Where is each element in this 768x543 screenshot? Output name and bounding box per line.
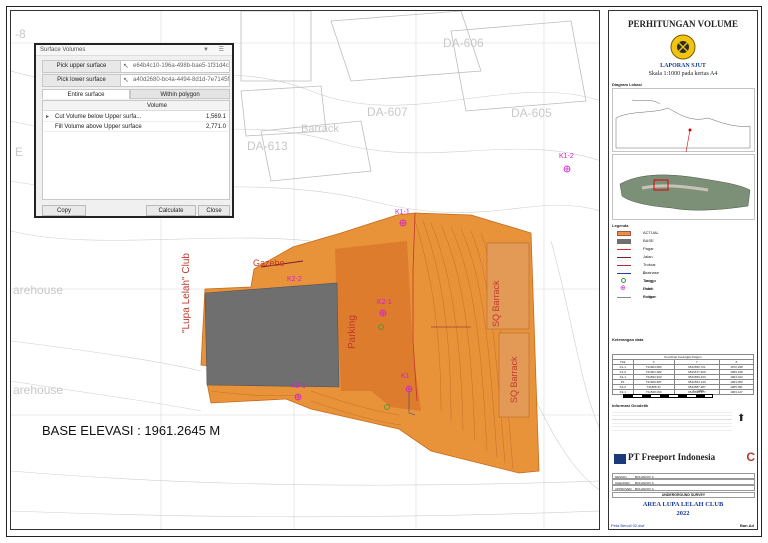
label-da607: DA-607 xyxy=(367,105,408,119)
row-label: Cut Volume below Upper surfa... xyxy=(55,114,142,120)
dialog-tabs: Entire surface Within polygon xyxy=(42,89,230,99)
copper-c-icon: C xyxy=(746,450,755,464)
copy-button[interactable]: Copy xyxy=(42,205,86,216)
pole-icon xyxy=(621,278,626,283)
volume-column-header[interactable]: Volume xyxy=(43,101,229,111)
label-sq-barrack-2: SQ Barrack xyxy=(509,356,519,403)
dialog-menu-icon[interactable]: ▼ ☰ xyxy=(203,45,228,56)
legend-label: Jalan xyxy=(643,254,653,259)
pick-upper-row: Pick upper surface ↖ e64b4c10-196a-498b-… xyxy=(42,60,230,73)
geodetic-heading: Informasi Geodetik xyxy=(612,403,649,408)
upper-surface-value: e64b4c10-196a-498b-bae5-1f31d4c xyxy=(133,63,229,69)
surface-volumes-dialog[interactable]: Surface Volumes ▼ ☰ Pick upper surface ↖… xyxy=(34,43,234,218)
label-barrack: Barrack xyxy=(301,123,339,135)
pick-lower-surface-button[interactable]: Pick lower surface xyxy=(43,75,121,86)
diagram-heading: Diagram Lokasi xyxy=(612,82,642,87)
volume-grid: Volume ▸ Cut Volume below Upper surfa...… xyxy=(42,100,230,200)
scale-bar xyxy=(623,394,713,398)
label-da606: DA-606 xyxy=(443,36,484,50)
satellite-diagram xyxy=(612,154,755,220)
calculate-button[interactable]: Calculate xyxy=(146,205,196,216)
legend-label: ACTUAL xyxy=(643,230,659,235)
title-block: PERHITUNGAN VOLUME LAPORAN SJUT Skala 1:… xyxy=(608,10,758,530)
dialog-title: Surface Volumes xyxy=(40,47,86,53)
lower-surface-value: a40d2680-bc4a-4494-8d1d-7e7145f xyxy=(133,77,229,83)
base-surface xyxy=(204,282,340,388)
pick-lower-row: Pick lower surface ↖ a40d2680-bc4a-4494-… xyxy=(42,74,230,87)
north-arrow-icon: ⬆ xyxy=(737,413,746,424)
label-da605: DA-605 xyxy=(511,106,552,120)
tab-entire-surface[interactable]: Entire surface xyxy=(42,89,130,99)
polygon-point-icon: ⊕ xyxy=(620,285,626,292)
legend-label: Pagar xyxy=(643,246,654,251)
label-gazebo: Gazebo xyxy=(253,258,285,268)
company-logo-icon xyxy=(670,34,696,60)
report-subtitle: LAPORAN SJUT xyxy=(660,63,706,69)
sheet-code: Ban.Ad xyxy=(740,523,754,528)
row-label: Fill Volume above Upper surface xyxy=(55,124,142,130)
location-diagram xyxy=(612,88,755,152)
table-row[interactable]: Fill Volume above Upper surface 2,771.0 xyxy=(43,122,229,132)
label-sq-barrack-1: SQ Barrack xyxy=(491,280,501,327)
label-edge-b: E xyxy=(15,145,24,159)
point-k1-1: K1-1 xyxy=(395,209,410,216)
file-name: Peta Benoli 02.dwf xyxy=(611,523,645,528)
company-logo-icon xyxy=(614,454,626,464)
geodetic-info-block xyxy=(612,409,732,433)
label-club: "Lupa Lelah" Club xyxy=(181,253,192,333)
cursor-icon: ↖ xyxy=(123,63,129,70)
cursor-icon: ↖ xyxy=(123,77,129,84)
label-edge-a: -8 xyxy=(15,27,26,41)
row-value: 1,569.1 xyxy=(205,114,226,120)
point-k2-2: K2-2 xyxy=(287,276,302,283)
legend-heading: Legenda xyxy=(612,223,629,228)
tab-within-polygon[interactable]: Within polygon xyxy=(130,89,230,99)
point-k1-2: K1-2 xyxy=(559,153,574,160)
row-pointer-icon: ▸ xyxy=(46,114,50,120)
row-value: 2,771.0 xyxy=(205,124,226,130)
company-banner: PT Freeport Indonesia C xyxy=(612,448,755,470)
point-k2-1: K2-1 xyxy=(377,299,392,306)
year: 2022 xyxy=(676,510,690,517)
report-scale: Skala 1:1000 pada kertas A4 xyxy=(648,71,718,77)
legend-label: BASE xyxy=(643,238,654,243)
scale-bar-label: 1 : 1000 xyxy=(693,389,704,393)
label-warehouse-bottom: arehouse xyxy=(13,383,64,397)
notes-heading: Keterangan data xyxy=(612,337,644,342)
pick-upper-surface-button[interactable]: Pick upper surface xyxy=(43,61,121,72)
info-row: APPROVED BOLVAROV A xyxy=(612,485,755,491)
area-title: AREA LUPA LELAH CLUB xyxy=(642,501,724,508)
label-parking: Parking xyxy=(347,315,358,349)
company-name: PT Freeport Indonesia xyxy=(628,452,716,462)
point-k3-1: K3-1 xyxy=(291,383,306,390)
base-elevation-label: BASE ELEVASI : 1961.2645 M xyxy=(42,423,221,438)
coordinate-table: Koordinat Kerangka Poligon Titik X Y Z K… xyxy=(612,354,755,395)
table-row[interactable]: ▸ Cut Volume below Upper surfa... 1,569.… xyxy=(43,112,229,122)
legend-label: Kontur xyxy=(643,294,655,299)
dialog-title-bar[interactable]: Surface Volumes ▼ ☰ xyxy=(36,45,232,56)
legend-label: Drainase xyxy=(643,270,660,275)
point-k1: K1 xyxy=(401,373,410,380)
label-da613: DA-613 xyxy=(247,139,288,153)
label-warehouse-top: arehouse xyxy=(13,283,64,297)
department: UNDERGROUND SURVEY xyxy=(612,492,755,498)
close-button[interactable]: Close xyxy=(198,205,230,216)
report-heading: PERHITUNGAN VOLUME xyxy=(628,19,738,29)
